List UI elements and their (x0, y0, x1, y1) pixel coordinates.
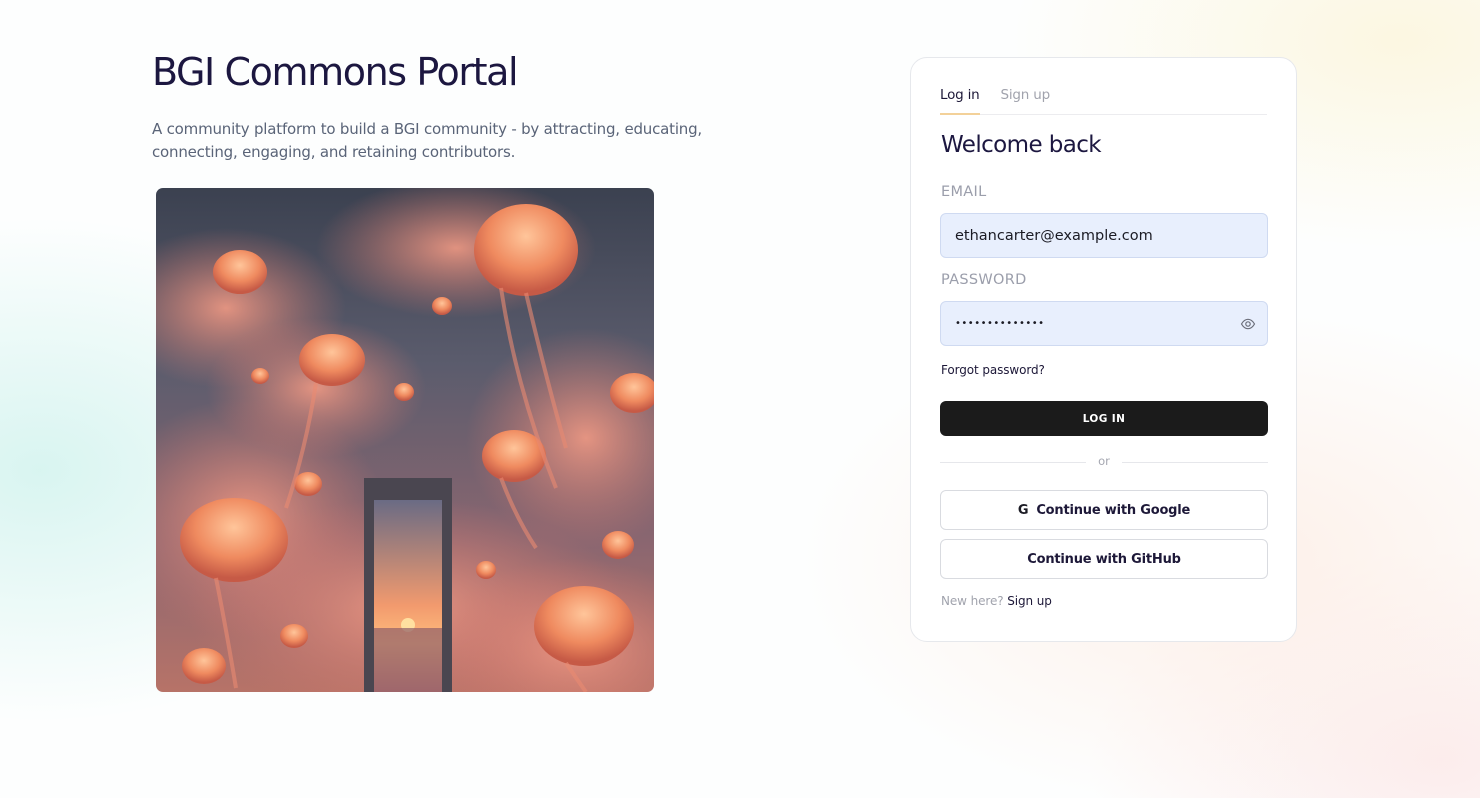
email-field[interactable] (940, 213, 1268, 258)
welcome-heading: Welcome back (941, 132, 1102, 158)
email-input[interactable] (955, 227, 1253, 244)
password-field[interactable]: •••••••••••••• (940, 301, 1268, 346)
auth-card: Log in Sign up Welcome back EMAIL PASSWO… (910, 57, 1297, 642)
hero-image (156, 188, 654, 692)
forgot-password-link[interactable]: Forgot password? (941, 363, 1045, 377)
page-description: A community platform to build a BGI comm… (152, 120, 702, 161)
github-button-label: Continue with GitHub (1027, 551, 1181, 567)
eye-icon[interactable] (1240, 316, 1256, 332)
tab-log-in[interactable]: Log in (940, 86, 980, 115)
login-button[interactable]: LOG IN (940, 401, 1268, 436)
or-divider: or (940, 454, 1268, 470)
signup-link[interactable]: Sign up (1007, 594, 1052, 608)
page-title: BGI Commons Portal (152, 50, 519, 94)
signup-prompt: New here? Sign up (941, 594, 1052, 608)
tab-sign-up[interactable]: Sign up (1001, 86, 1051, 115)
auth-tabs: Log in Sign up (940, 86, 1267, 115)
google-button-label: Continue with Google (1036, 502, 1191, 518)
continue-with-google-button[interactable]: G Continue with Google (940, 490, 1268, 530)
password-label: PASSWORD (941, 272, 1027, 288)
password-input[interactable]: •••••••••••••• (955, 318, 1253, 329)
signup-prompt-text: New here? (941, 594, 1004, 608)
hero: BGI Commons Portal A community platform … (152, 50, 712, 164)
email-label: EMAIL (941, 184, 987, 200)
continue-with-github-button[interactable]: Continue with GitHub (940, 539, 1268, 579)
divider-text: or (1098, 454, 1110, 468)
google-icon: G (1017, 502, 1029, 518)
divider-line-right (1122, 462, 1268, 463)
